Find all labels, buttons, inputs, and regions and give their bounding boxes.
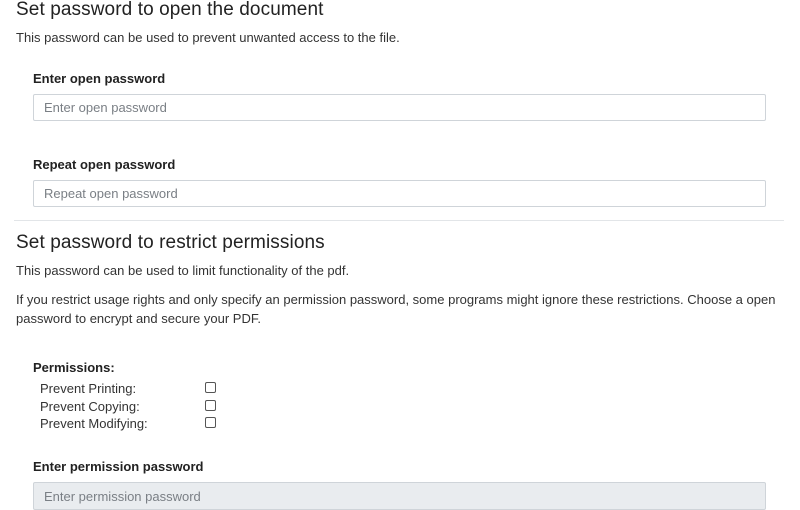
restrict-permissions-note-line1: If you restrict usage rights and only sp… [16, 292, 776, 307]
permissions-label: Permissions: [33, 360, 115, 375]
prevent-modifying-checkbox[interactable] [205, 417, 216, 428]
prevent-modifying-label: Prevent Modifying: [40, 416, 148, 431]
repeat-open-password-label: Repeat open password [33, 157, 176, 172]
prevent-copying-label: Prevent Copying: [40, 399, 140, 414]
enter-open-password-label: Enter open password [33, 71, 166, 86]
repeat-open-password-input[interactable] [33, 180, 766, 207]
open-password-title: Set password to open the document [16, 0, 324, 20]
permission-password-label: Enter permission password [33, 459, 204, 474]
prevent-copying-checkbox[interactable] [205, 400, 216, 411]
open-password-description: This password can be used to prevent unw… [16, 30, 400, 45]
permission-password-input[interactable] [33, 482, 766, 510]
prevent-printing-label: Prevent Printing: [40, 381, 137, 396]
restrict-permissions-title: Set password to restrict permissions [16, 232, 325, 253]
restrict-permissions-note-line2: password to encrypt and secure your PDF. [16, 311, 261, 326]
restrict-permissions-description: This password can be used to limit funct… [16, 263, 350, 278]
enter-open-password-input[interactable] [33, 94, 766, 121]
section-divider [14, 220, 784, 221]
prevent-printing-checkbox[interactable] [205, 382, 216, 393]
